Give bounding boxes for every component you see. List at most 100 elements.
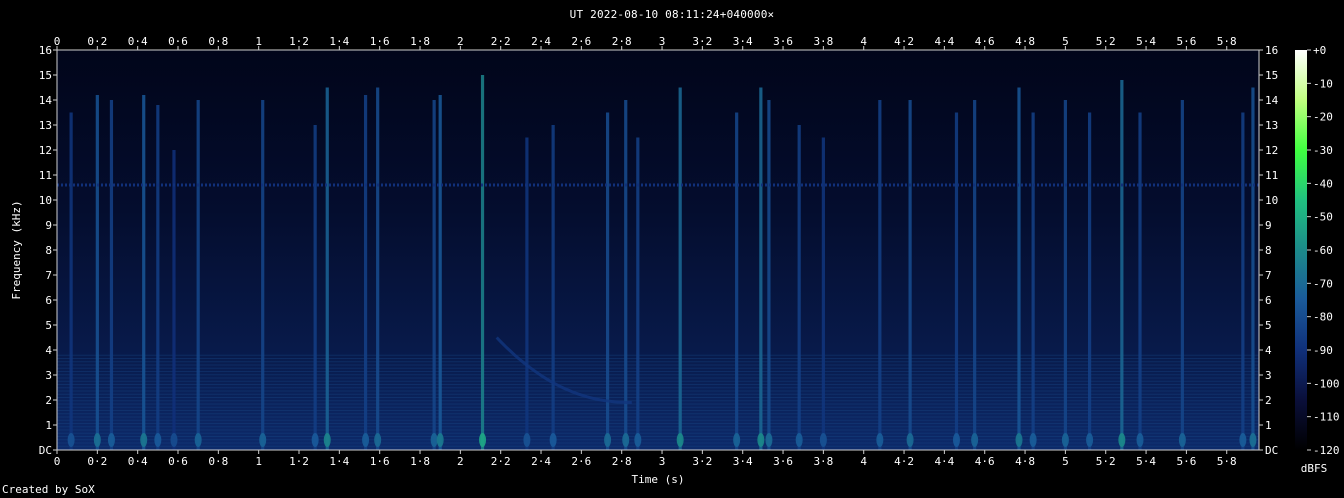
colorbar [1295,50,1307,450]
colorbar-tick-label: +0 [1313,44,1326,57]
x-tick-label: 0·6 [168,35,188,48]
sferic-base [819,433,827,447]
x-tick-label: 4·4 [934,35,954,48]
y-tick-label: 11 [1265,169,1278,182]
sferic-line [908,100,912,450]
x-tick-label: 4·6 [975,455,995,468]
sferic-base [93,433,101,447]
x-tick-label: 3·6 [773,455,793,468]
sferic-line [1180,100,1184,450]
x-tick-label: 3·8 [813,455,833,468]
sferic-line [156,105,160,450]
sferic-line [1063,100,1067,450]
x-tick-label: 1·8 [410,35,430,48]
x-tick-label: 1 [255,35,262,48]
x-tick-label: 3·6 [773,35,793,48]
y-tick-label: 15 [1265,69,1278,82]
sferic-line [735,112,739,450]
colorbar-tick-label: -10 [1313,77,1333,90]
sferic-line [1031,112,1035,450]
sferic-line [1017,87,1021,450]
sferic-base [906,433,914,447]
colorbar-tick-label: -20 [1313,111,1333,124]
y-tick-label: 4 [1265,344,1272,357]
sferic-line [797,125,801,450]
plot-background [57,50,1259,450]
x-tick-label: 0·2 [87,455,107,468]
sferic-base [479,433,487,447]
x-tick-label: 1·4 [329,35,349,48]
sferic-base [436,433,444,447]
x-tick-label: 0·6 [168,455,188,468]
sferic-base [676,433,684,447]
x-tick-label: 5·6 [1176,35,1196,48]
y-tick-label: 6 [1265,294,1272,307]
x-tick-label: 0 [54,455,61,468]
sferic-line [376,87,380,450]
sferic-base [67,433,75,447]
sferic-base [795,433,803,447]
x-tick-label: 5·2 [1096,35,1116,48]
x-tick-label: 5·8 [1217,35,1237,48]
sferic-base [259,433,267,447]
sferic-line [109,100,114,450]
sferic-line [624,100,628,450]
sferic-line [954,112,959,450]
y-tick-label: 15 [39,69,52,82]
x-tick-label: 3·8 [813,35,833,48]
sferic-base [604,433,612,447]
x-tick-label: 3·4 [733,35,753,48]
x-tick-label: 2·2 [491,455,511,468]
x-tick-label: 1·2 [289,455,309,468]
y-tick-label: 2 [45,394,52,407]
y-axis-label: Frequency (kHz) [10,200,23,299]
x-tick-label: 4·2 [894,35,914,48]
x-tick-label: 4·4 [934,455,954,468]
x-tick-label: 0·4 [128,35,148,48]
sferic-line [313,125,317,450]
y-tick-label: 3 [45,369,52,382]
x-tick-label: 1·4 [329,455,349,468]
sferic-line [1087,112,1092,450]
spectrogram-chart: 000·20·20·40·40·60·60·80·8111·21·21·41·4… [10,35,1340,486]
sferic-base [1136,433,1144,447]
sferic-base [622,433,630,447]
sferic-base [194,433,202,447]
sferic-base [430,433,438,447]
y-tick-label: 7 [45,269,52,282]
sferic-base [1086,433,1094,447]
x-tick-label: 5·4 [1136,35,1156,48]
sferic-line [878,100,882,450]
colorbar-tick-label: -30 [1313,144,1333,157]
x-tick-label: 5·8 [1217,455,1237,468]
sferic-base [757,433,765,447]
y-tick-label: 3 [1265,369,1272,382]
sferic-base [1029,433,1037,447]
y-tick-label: 2 [1265,394,1272,407]
y-tick-label: 1 [45,419,52,432]
sferic-line [1138,112,1142,450]
y-tick-label: 5 [45,319,52,332]
x-tick-label: 0·4 [128,455,148,468]
x-tick-label: 1 [255,455,262,468]
x-tick-label: 0·2 [87,35,107,48]
y-tick-label: 1 [1265,419,1272,432]
sferic-base [170,433,178,447]
y-tick-label: 9 [45,219,52,232]
sferic-line [973,100,977,450]
x-tick-label: 4 [860,455,867,468]
y-tick-label: 11 [39,169,52,182]
x-tick-label: 5 [1062,455,1069,468]
sferic-base [1239,433,1247,447]
y-tick-label: 16 [1265,44,1278,57]
colorbar-tick-label: -100 [1313,377,1340,390]
y-tick-label: 13 [1265,119,1278,132]
y-tick-label: 14 [1265,94,1279,107]
y-tick-label: 16 [39,44,52,57]
x-tick-label: 4·8 [1015,455,1035,468]
sferic-line [1251,87,1255,450]
x-tick-label: 1·2 [289,35,309,48]
x-tick-label: 2·8 [612,35,632,48]
y-tick-label: 13 [39,119,52,132]
sferic-base [311,433,319,447]
